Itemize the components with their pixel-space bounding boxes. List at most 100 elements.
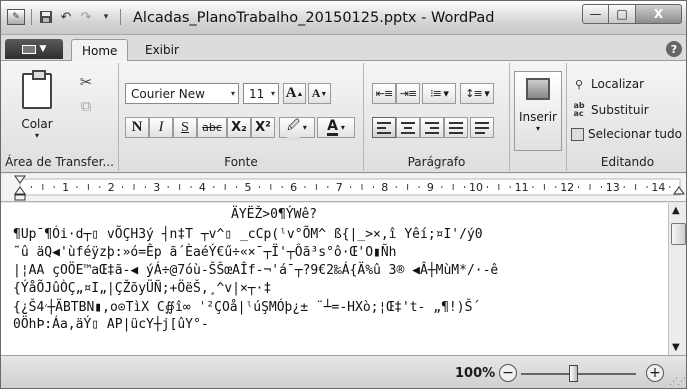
chevron-down-icon[interactable]: ▾ <box>98 9 114 25</box>
chevron-down-icon: ▾ <box>340 123 345 132</box>
ruler-label: 11 <box>515 181 529 194</box>
document-line: {ÝåÕJûÒÇ„¤I„|ÇŽõyÜÑ;+ÖëŠ,¸^v|×┬·‡ <box>13 281 272 296</box>
scroll-thumb[interactable] <box>671 223 686 245</box>
increase-indent-button[interactable]: ⇥≡ <box>396 83 420 104</box>
strikethrough-button[interactable]: abc <box>197 117 227 138</box>
scroll-down-icon[interactable]: ▼ <box>672 342 680 353</box>
ruler-label: 12 <box>560 181 574 194</box>
picture-icon <box>526 78 550 100</box>
file-menu-button[interactable]: ▼ <box>5 39 63 59</box>
document-line: ÄYËŽ>0¶ÝWê? <box>231 207 318 222</box>
paragraph-group-label: Parágrafo <box>407 155 466 169</box>
document-line: ¶Up¯¶Ói·d┬▯ vÕÇH3ý ┤n‡T ┬v^▯ _cCp(ˡv°ÕM^… <box>13 227 483 242</box>
replace-label: Substituir <box>591 103 649 117</box>
title-separator <box>120 9 121 25</box>
decrease-indent-button[interactable]: ⇤≡ <box>372 83 396 104</box>
zoom-slider-thumb[interactable] <box>569 365 578 382</box>
undo-icon[interactable]: ↶ <box>58 9 74 25</box>
window-controls: — □ X <box>582 4 682 24</box>
editing-group: ⚲ Localizar ab ac Substituir Selecionar t… <box>567 63 686 171</box>
font-size-select[interactable]: 11 ▾ <box>243 83 279 104</box>
align-left-button[interactable] <box>372 117 396 138</box>
ruler-label: 8 <box>381 181 388 194</box>
document-line: {¿Š׳4┼ÄBTBN▮,o⊙TìX C∯î∞ ˈ²ÇOå|ˡúŞMÓþ¿± ¨… <box>13 300 481 315</box>
document-line: ˜û äQ◀'ùféÿzþ:»ó=Êp ã´ÈaéÝ€ű÷«×¯┬Ï'┬Ôã³s… <box>13 245 397 260</box>
find-button[interactable]: ⚲ Localizar <box>571 73 644 95</box>
ruler-scale: 1 2 3 4 5 6 7 8 9 10 11 12 13 14 <box>14 175 685 201</box>
clipboard-group: Colar ▾ ✂ ⧉ Área de Transfer... <box>1 63 119 171</box>
ruler-label: 9 <box>427 181 434 194</box>
align-center-button[interactable] <box>396 117 420 138</box>
title-bar: ✎ ↶ ↷ ▾ Alcadas_PlanoTrabalho_20150125.p… <box>1 1 686 35</box>
binoculars-icon: ⚲ <box>574 77 584 91</box>
paste-label: Colar <box>21 117 53 131</box>
find-label: Localizar <box>591 77 645 91</box>
ruler[interactable]: 1 2 3 4 5 6 7 8 9 10 11 12 13 14 <box>1 174 686 202</box>
ribbon: Colar ▾ ✂ ⧉ Área de Transfer... Courier … <box>1 61 686 173</box>
italic-button[interactable]: I <box>149 117 173 138</box>
zoom-slider-track[interactable] <box>521 373 636 375</box>
chevron-down-icon: ▾ <box>34 131 39 140</box>
grow-font-button[interactable]: A ▲ <box>283 83 306 104</box>
zoom-out-button[interactable]: − <box>499 364 517 382</box>
insert-button[interactable]: Inserir ▾ <box>514 71 562 151</box>
chevron-down-icon: ▼ <box>39 44 47 54</box>
shrink-font-glyph: A <box>311 86 321 100</box>
underline-button[interactable]: S <box>173 117 197 138</box>
minimize-button[interactable]: — <box>582 4 609 24</box>
menu-icon <box>21 44 36 54</box>
close-button[interactable]: X <box>636 4 682 24</box>
chevron-down-icon: ▾ <box>302 123 307 132</box>
maximize-button[interactable]: □ <box>609 4 636 24</box>
line-spacing-button[interactable]: ↕≡ ▾ <box>460 83 494 104</box>
ruler-label: 2 <box>108 181 115 194</box>
left-indent-marker[interactable] <box>14 194 26 201</box>
grow-font-glyph: A <box>285 85 297 101</box>
highlight-button[interactable]: 🖉 ▾ <box>279 117 315 140</box>
wordpad-window: ✎ ↶ ↷ ▾ Alcadas_PlanoTrabalho_20150125.p… <box>0 0 687 389</box>
bullets-button[interactable]: ⁝≡ ▾ <box>422 83 456 104</box>
zoom-level: 100% <box>455 366 496 381</box>
font-group-label: Fonte <box>224 155 258 169</box>
ruler-label: 13 <box>606 181 620 194</box>
replace-button[interactable]: ab ac Substituir <box>571 99 649 121</box>
redo-icon[interactable]: ↷ <box>78 9 94 25</box>
justify-button[interactable] <box>444 117 468 138</box>
resize-grip-icon[interactable]: ⋰⋰ <box>669 377 686 387</box>
help-icon[interactable]: ? <box>666 41 682 57</box>
font-family-value: Courier New <box>131 86 205 101</box>
save-icon[interactable] <box>38 9 54 25</box>
editing-group-label: Editando <box>600 155 655 169</box>
chevron-down-icon: ▾ <box>535 124 540 133</box>
chevron-down-icon: ▾ <box>230 89 235 98</box>
font-family-select[interactable]: Courier New ▾ <box>125 83 239 104</box>
tab-home[interactable]: Home <box>71 39 129 62</box>
shrink-font-button[interactable]: A ▼ <box>308 83 331 104</box>
font-color-button[interactable]: A ▾ <box>317 117 355 138</box>
wordpad-icon[interactable]: ✎ <box>7 9 25 25</box>
vertical-scrollbar[interactable]: ▲ ▼ <box>668 203 686 355</box>
window-title: Alcadas_PlanoTrabalho_20150125.pptx - Wo… <box>133 10 495 26</box>
chevron-down-icon: ▾ <box>270 89 275 98</box>
scroll-up-icon[interactable]: ▲ <box>672 205 680 216</box>
copy-icon[interactable]: ⧉ <box>77 97 95 115</box>
paste-button[interactable]: Colar ▾ <box>11 69 63 149</box>
clipboard-icon <box>22 70 52 109</box>
tab-view[interactable]: Exibir <box>135 39 189 61</box>
align-right-button[interactable] <box>420 117 444 138</box>
status-bar: 100% − + ⋰⋰ <box>1 355 686 388</box>
zoom-in-button[interactable]: + <box>646 364 664 382</box>
font-size-value: 11 <box>249 86 265 101</box>
insert-label: Inserir <box>519 110 557 124</box>
cut-icon[interactable]: ✂ <box>77 73 95 91</box>
paragraph-dialog-button[interactable] <box>470 117 494 138</box>
ruler-label: 6 <box>290 181 297 194</box>
subscript-button[interactable]: X₂ <box>227 117 251 138</box>
ribbon-tabs: ▼ Home Exibir ? <box>1 35 686 62</box>
bold-button[interactable]: N <box>125 117 149 138</box>
document-line: |¦AA çOÖE™aŒ‡ã-◀ ýÁ÷@7óù-ŠŠœAÎf-¬'á¯┬?9€… <box>13 263 499 278</box>
superscript-button[interactable]: X² <box>251 117 275 138</box>
document-area[interactable]: ÄYËŽ>0¶ÝWê? ¶Up¯¶Ói·d┬▯ vÕÇH3ý ┤n‡T ┬v^▯ … <box>1 203 668 355</box>
font-group: Courier New ▾ 11 ▾ A ▲ A ▼ N I S abc X₂ X²… <box>119 63 364 171</box>
select-all-button[interactable]: Selecionar tudo <box>571 123 682 145</box>
